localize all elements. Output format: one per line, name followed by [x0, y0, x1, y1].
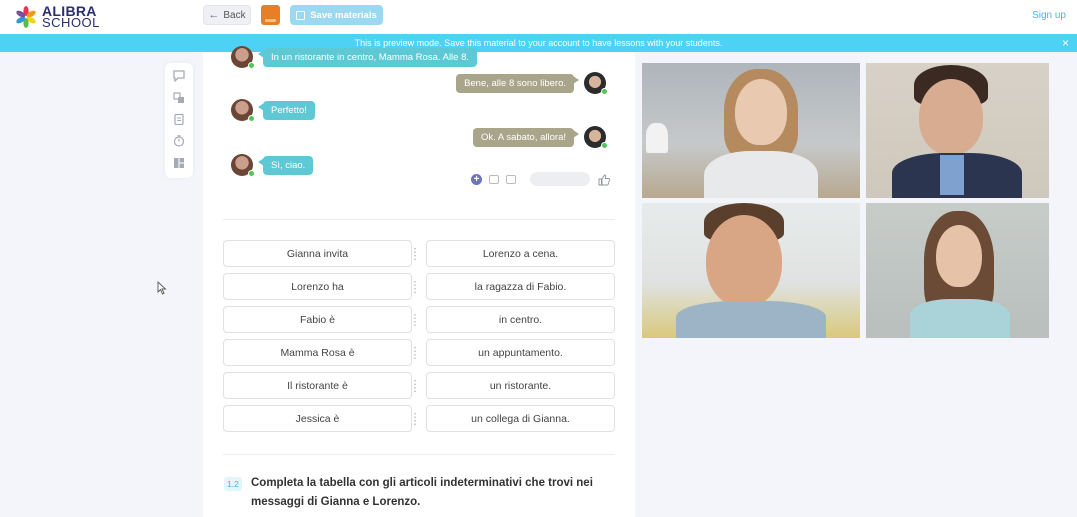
back-button[interactable]: ← Back	[203, 5, 251, 25]
match-left-item[interactable]: Fabio è	[223, 306, 412, 333]
exercise-number-badge: 1.2	[224, 477, 242, 491]
layout-icon[interactable]	[173, 157, 185, 169]
drag-handle-icon[interactable]	[414, 313, 417, 327]
match-left-item[interactable]: Gianna invita	[223, 240, 412, 267]
chat-bubble: Bene, alle 8 sono libero.	[456, 73, 579, 93]
save-disk-icon	[296, 10, 306, 20]
translate-icon[interactable]	[173, 92, 185, 104]
match-left-item[interactable]: Mamma Rosa è	[223, 339, 412, 366]
match-left-item[interactable]: Il ristorante è	[223, 372, 412, 399]
avatar	[231, 99, 255, 122]
chat-message-left: Perfetto!	[231, 99, 315, 122]
sign-up-link[interactable]: Sign up	[1032, 10, 1066, 21]
exercise-instruction: Completa la tabella con gli articoli ind…	[251, 477, 593, 508]
save-label: Save materials	[310, 9, 377, 21]
video-tile[interactable]	[642, 63, 860, 198]
material-book-icon[interactable]	[261, 5, 280, 25]
plus-icon[interactable]: +	[471, 173, 482, 185]
match-left-item[interactable]: Jessica è	[223, 405, 412, 432]
logo-text-line2: SCHOOL	[42, 15, 100, 30]
match-right-item[interactable]: Lorenzo a cena.	[426, 240, 615, 267]
chat-icon[interactable]	[173, 70, 185, 82]
drag-handle-icon[interactable]	[414, 247, 417, 261]
chat-bubble: Perfetto!	[258, 100, 315, 120]
match-right-item[interactable]: un appuntamento.	[426, 339, 615, 366]
chat-bubble: In un ristorante in centro, Mamma Rosa. …	[257, 47, 478, 67]
video-tile[interactable]	[866, 63, 1049, 198]
top-bar: ALIBRA SCHOOL ← Back Save materials Sign…	[0, 0, 1077, 34]
drag-handle-icon[interactable]	[414, 379, 417, 393]
divider	[223, 454, 615, 455]
side-toolbar	[165, 63, 193, 178]
avatar	[584, 126, 608, 149]
chat-bubble: Ok. A sabato, allora!	[472, 127, 580, 147]
avatar	[231, 154, 255, 177]
image-icon[interactable]	[506, 174, 516, 184]
arrow-left-icon: ←	[208, 9, 220, 21]
logo[interactable]: ALIBRA SCHOOL	[14, 4, 100, 30]
like-icon[interactable]	[598, 173, 610, 186]
match-right-item[interactable]: un ristorante.	[426, 372, 615, 399]
chat-message-right: Bene, alle 8 sono libero.	[456, 72, 608, 95]
timer-icon[interactable]	[173, 135, 185, 147]
lesson-content: In un ristorante in centro, Mamma Rosa. …	[203, 46, 635, 517]
logo-flower-icon	[14, 5, 38, 29]
online-status-icon	[601, 142, 608, 149]
video-tile[interactable]	[642, 203, 860, 338]
clipboard-icon[interactable]	[173, 113, 185, 125]
match-right-item[interactable]: un collega di Gianna.	[426, 405, 615, 432]
mouse-cursor-icon	[157, 280, 167, 295]
chat-input-field[interactable]	[530, 172, 590, 186]
chat-message-right: Ok. A sabato, allora!	[472, 126, 608, 149]
avatar	[231, 46, 255, 69]
match-left-item[interactable]: Lorenzo ha	[223, 273, 412, 300]
chat-message-left: Sì, ciao.	[231, 154, 314, 177]
divider	[223, 219, 615, 220]
close-icon[interactable]: ×	[1062, 36, 1069, 50]
drag-handle-icon[interactable]	[414, 346, 417, 360]
preview-banner: This is preview mode. Save this material…	[0, 34, 1077, 52]
chat-input-row: +	[471, 172, 610, 186]
camera-icon[interactable]	[489, 174, 499, 184]
online-status-icon	[248, 62, 255, 69]
avatar	[584, 72, 608, 95]
online-status-icon	[601, 88, 608, 95]
match-right-item[interactable]: in centro.	[426, 306, 615, 333]
online-status-icon	[248, 115, 255, 122]
online-status-icon	[248, 170, 255, 177]
save-materials-button[interactable]: Save materials	[290, 5, 383, 25]
drag-handle-icon[interactable]	[414, 280, 417, 294]
chat-message-left: In un ristorante in centro, Mamma Rosa. …	[231, 46, 478, 69]
match-right-item[interactable]: la ragazza di Fabio.	[426, 273, 615, 300]
video-tile[interactable]	[866, 203, 1049, 338]
chat-bubble: Sì, ciao.	[257, 155, 314, 175]
back-label: Back	[223, 9, 246, 21]
drag-handle-icon[interactable]	[414, 412, 417, 426]
